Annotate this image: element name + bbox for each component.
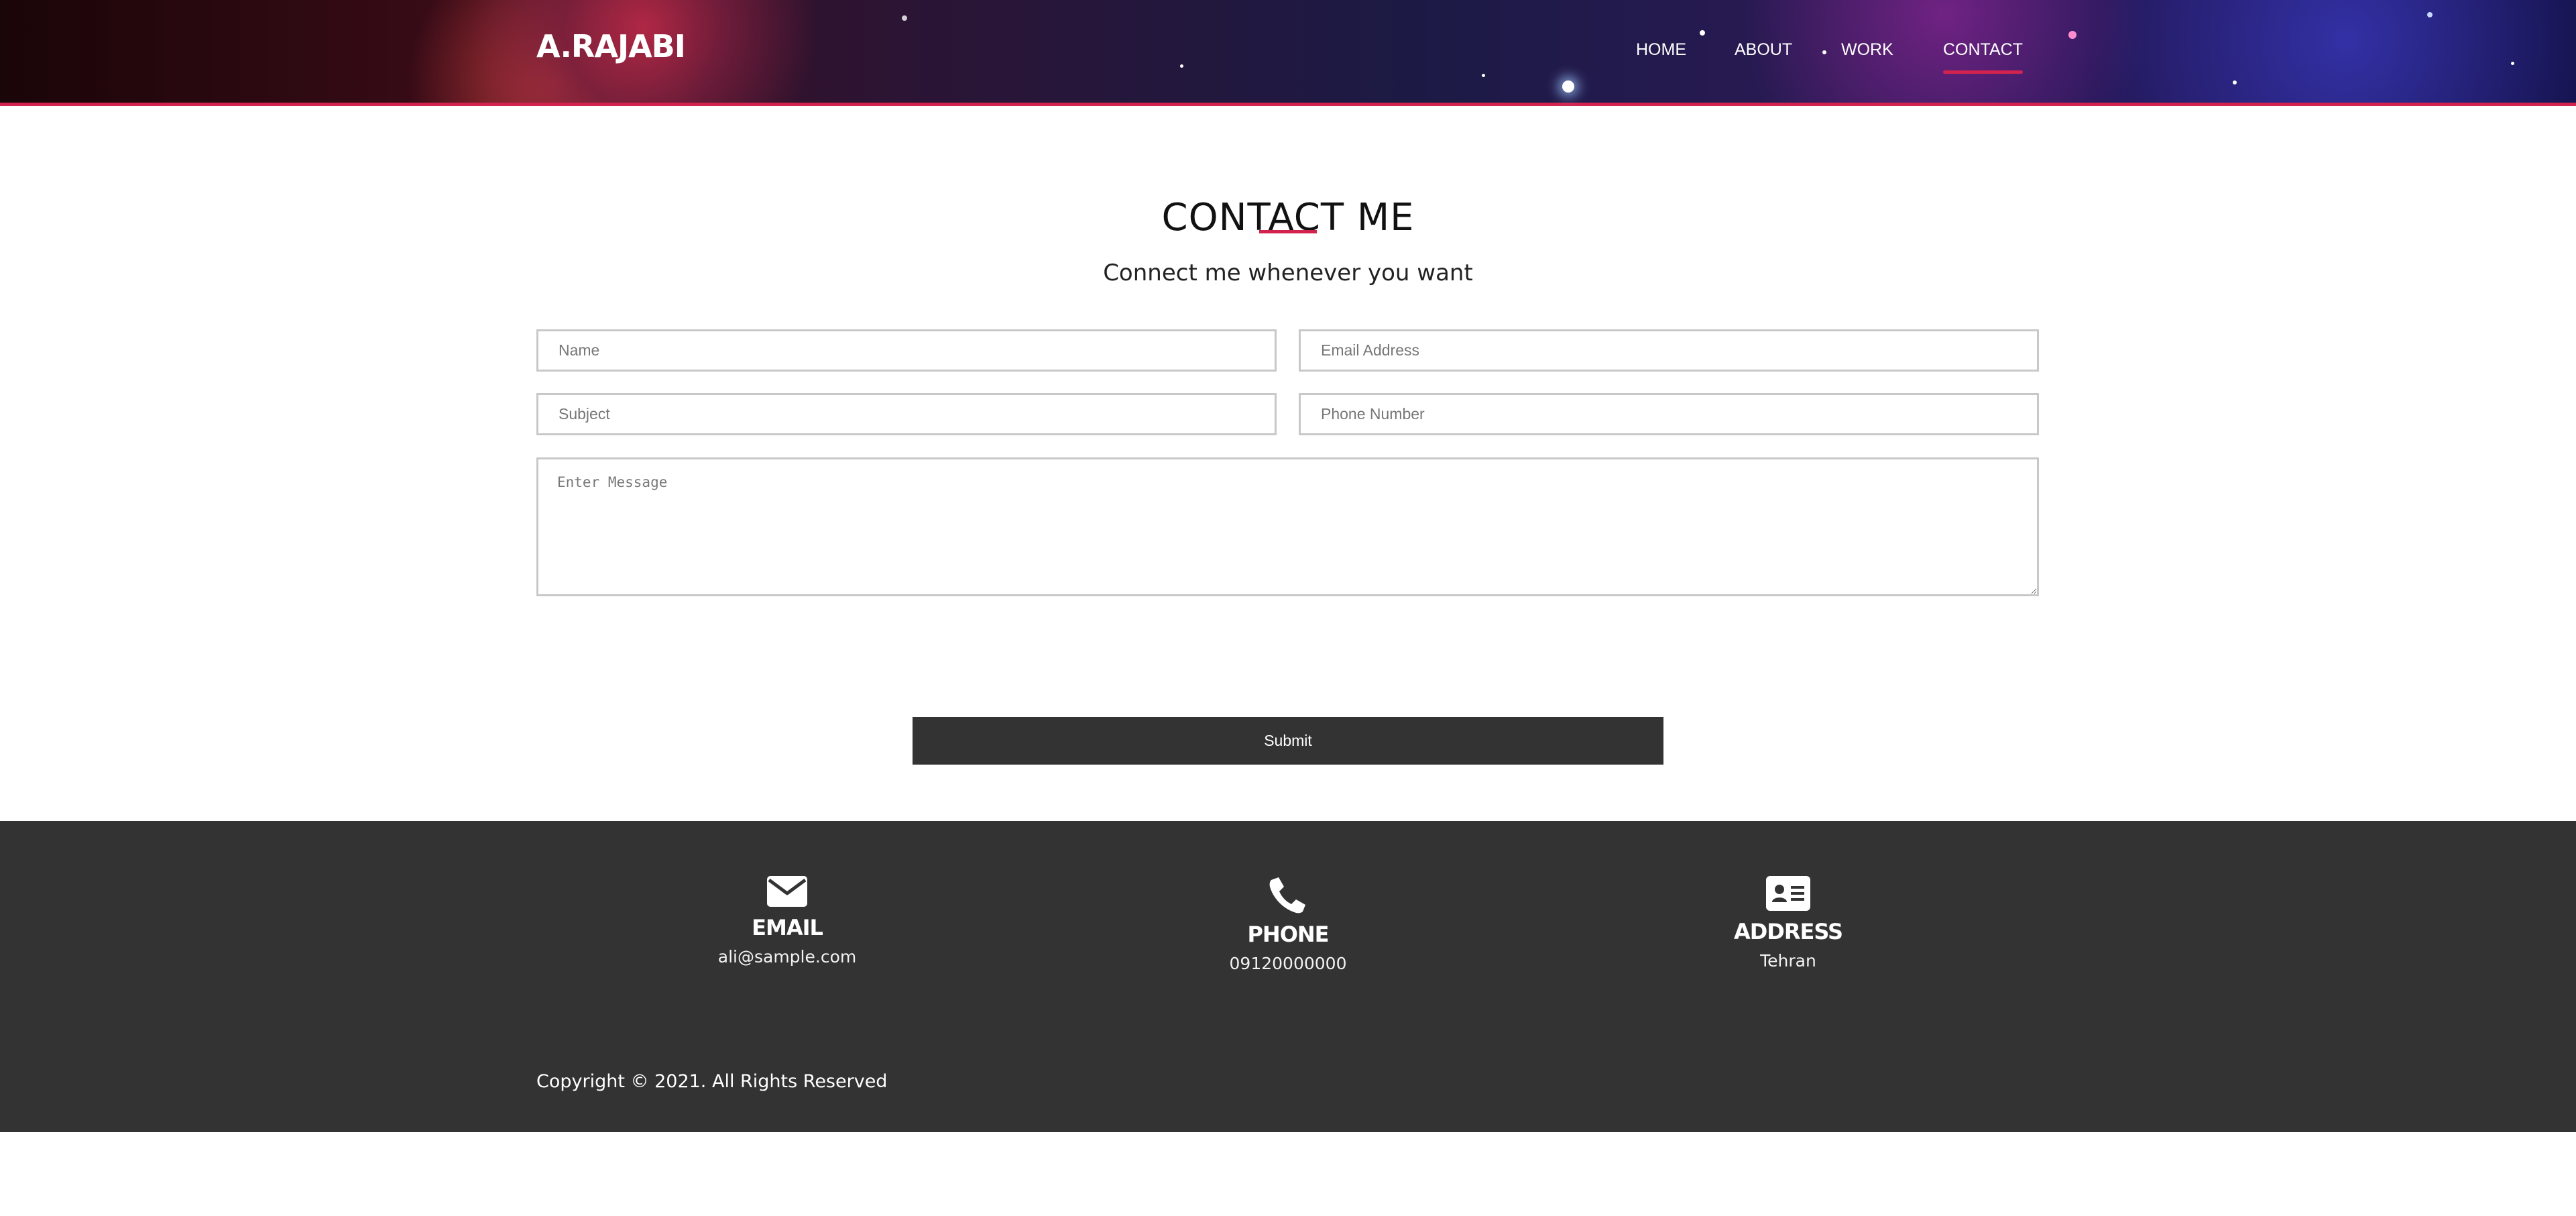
phone-value[interactable]: 09120000000 bbox=[1120, 954, 1456, 973]
title-underline bbox=[1259, 230, 1317, 233]
nav-work[interactable]: WORK bbox=[1841, 40, 1893, 60]
page-subtitle: Connect me whenever you want bbox=[1103, 260, 1473, 286]
email-input[interactable] bbox=[1299, 329, 2039, 372]
email-value[interactable]: ali@sample.com bbox=[620, 947, 955, 966]
star-decoration bbox=[2068, 31, 2076, 39]
name-input[interactable] bbox=[536, 329, 1277, 372]
footer-phone: PHONE 09120000000 bbox=[1120, 876, 1456, 973]
email-title: EMAIL bbox=[752, 915, 823, 940]
site-header: A.RAJABI HOME ABOUT WORK CONTACT bbox=[0, 0, 2576, 106]
site-footer: EMAIL ali@sample.com PHONE 09120000000 A… bbox=[0, 821, 2576, 1132]
envelope-icon bbox=[620, 876, 955, 907]
footer-email: EMAIL ali@sample.com bbox=[620, 876, 955, 966]
nav-about[interactable]: ABOUT bbox=[1735, 40, 1792, 60]
star-decoration bbox=[1562, 80, 1574, 93]
submit-button[interactable]: Submit bbox=[913, 717, 1663, 765]
star-decoration bbox=[2427, 12, 2433, 17]
nav-home[interactable]: HOME bbox=[1636, 40, 1686, 60]
star-decoration bbox=[1700, 30, 1705, 36]
address-title: ADDRESS bbox=[1733, 919, 1843, 944]
star-decoration bbox=[2233, 80, 2237, 85]
footer-address: ADDRESS Tehran bbox=[1621, 876, 1956, 971]
subject-input[interactable] bbox=[536, 393, 1277, 435]
copyright-text: Copyright © 2021. All Rights Reserved bbox=[536, 1071, 888, 1092]
main-nav: HOME ABOUT WORK CONTACT bbox=[0, 40, 2576, 80]
message-textarea[interactable] bbox=[536, 457, 2039, 596]
address-value: Tehran bbox=[1760, 951, 1816, 971]
phone-icon bbox=[1120, 876, 1456, 914]
star-decoration bbox=[902, 15, 907, 21]
nav-contact[interactable]: CONTACT bbox=[1943, 40, 2023, 74]
phone-title: PHONE bbox=[1247, 922, 1329, 947]
phone-input[interactable] bbox=[1299, 393, 2039, 435]
address-card-icon bbox=[1621, 876, 1956, 911]
